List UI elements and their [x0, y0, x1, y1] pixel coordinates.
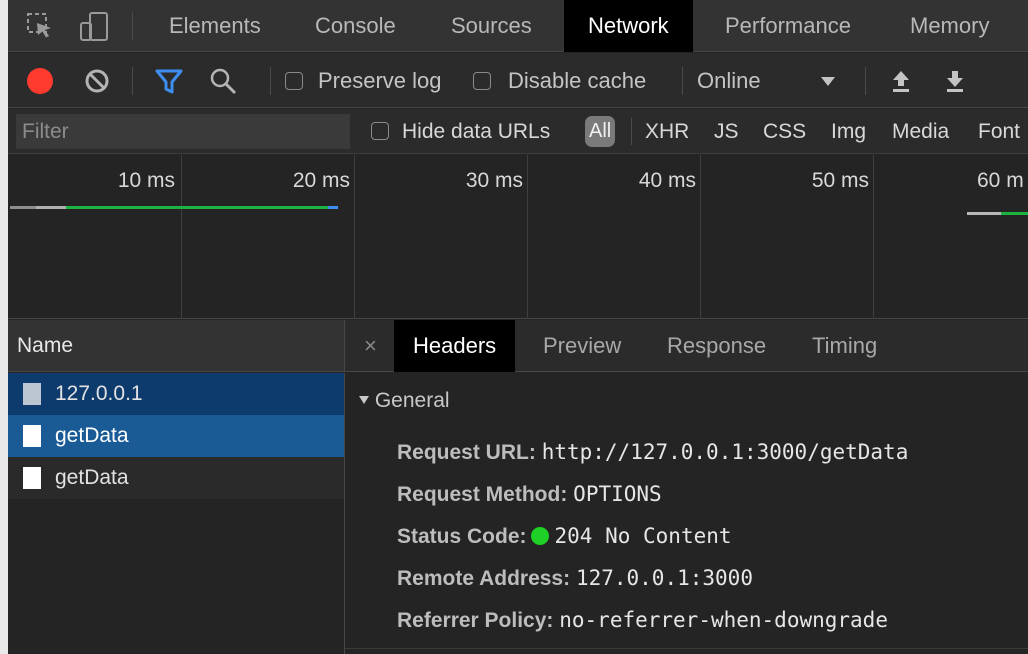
waterfall-bar-queue: [10, 206, 36, 209]
throttling-select[interactable]: Online: [697, 53, 761, 108]
divider: [132, 12, 133, 40]
close-icon[interactable]: ×: [364, 320, 377, 372]
tab-headers[interactable]: Headers: [394, 320, 516, 372]
waterfall-bar-waiting: [66, 206, 328, 209]
window-edge: [0, 0, 8, 654]
tick-label: 40 ms: [638, 169, 696, 192]
header-key: Remote Address:: [397, 567, 571, 590]
filter-type-all[interactable]: All: [585, 116, 616, 147]
header-key: Referrer Policy:: [397, 609, 554, 632]
import-har-icon[interactable]: [890, 68, 912, 100]
hide-data-urls-label[interactable]: Hide data URLs: [402, 109, 550, 154]
devtools-tabbar: Elements Console Sources Network Perform…: [8, 0, 1028, 52]
remote-address-row: Remote Address: 127.0.0.1:3000: [397, 563, 753, 594]
chevron-down-icon[interactable]: [821, 77, 835, 86]
column-header-label: Name: [17, 334, 74, 357]
tab-network[interactable]: Network: [564, 0, 693, 52]
request-detail-tabs: × Headers Preview Response Timing: [345, 320, 1028, 372]
filter-type-img[interactable]: Img: [831, 109, 866, 154]
filter-type-xhr[interactable]: XHR: [645, 109, 689, 154]
tab-memory[interactable]: Memory: [910, 0, 989, 52]
filter-icon[interactable]: [154, 67, 184, 101]
filter-type-media[interactable]: Media: [892, 109, 949, 154]
grid-line: [181, 155, 182, 319]
request-url-row: Request URL: http://127.0.0.1:3000/getDa…: [397, 437, 908, 468]
grid-line: [354, 155, 355, 319]
waterfall-bar-stalled: [36, 206, 66, 209]
referrer-policy-row: Referrer Policy: no-referrer-when-downgr…: [397, 605, 888, 636]
filter-input[interactable]: [16, 114, 350, 149]
network-overview[interactable]: 10 ms 20 ms 30 ms 40 ms 50 ms 60 m: [8, 155, 1028, 319]
request-method-value: OPTIONS: [573, 482, 662, 506]
divider: [132, 67, 133, 95]
document-icon: [23, 425, 41, 447]
remote-address-value: 127.0.0.1:3000: [575, 566, 753, 590]
divider: [345, 648, 1028, 649]
header-key: Request Method:: [397, 483, 568, 506]
tab-performance[interactable]: Performance: [725, 0, 851, 52]
request-row-selected[interactable]: getData: [8, 415, 344, 457]
tick-label: 60 m: [977, 169, 1024, 192]
disable-cache-checkbox[interactable]: [473, 72, 491, 90]
request-name: getData: [55, 466, 129, 489]
tick-label: 20 ms: [292, 169, 350, 192]
divider: [270, 67, 271, 95]
referrer-policy-value: no-referrer-when-downgrade: [559, 608, 888, 632]
tick-label: 10 ms: [117, 169, 175, 192]
request-row[interactable]: 127.0.0.1: [8, 373, 344, 415]
tab-response[interactable]: Response: [667, 320, 766, 372]
request-list: 127.0.0.1 getData getData: [8, 373, 345, 654]
hide-data-urls-checkbox[interactable]: [371, 122, 389, 140]
divider: [631, 118, 632, 145]
section-title: General: [374, 389, 450, 412]
filter-type-css[interactable]: CSS: [763, 109, 806, 154]
filter-type-font[interactable]: Font: [978, 109, 1020, 154]
preserve-log-label[interactable]: Preserve log: [318, 53, 442, 108]
status-ok-icon: [530, 527, 549, 545]
grid-line: [873, 155, 874, 319]
clear-icon[interactable]: [83, 67, 111, 101]
export-har-icon[interactable]: [944, 68, 966, 100]
record-icon[interactable]: [27, 68, 53, 94]
triangle-down-icon: [359, 396, 369, 404]
waterfall-bar-stalled: [967, 212, 1001, 215]
tick-label: 30 ms: [465, 169, 523, 192]
tab-preview[interactable]: Preview: [543, 320, 621, 372]
header-key: Status Code:: [397, 525, 527, 548]
request-name: getData: [55, 424, 129, 447]
grid-line: [527, 155, 528, 319]
request-row[interactable]: getData: [8, 457, 344, 499]
document-icon: [23, 383, 41, 405]
tab-elements[interactable]: Elements: [169, 0, 261, 52]
headers-panel: General Request URL: http://127.0.0.1:30…: [345, 373, 1028, 654]
header-key: Request URL:: [397, 441, 536, 464]
tab-console[interactable]: Console: [315, 0, 396, 52]
general-section-toggle[interactable]: General: [359, 389, 450, 413]
waterfall-bar-download: [328, 206, 338, 209]
request-name: 127.0.0.1: [55, 382, 143, 405]
device-toolbar-icon[interactable]: [78, 12, 114, 48]
filter-type-js[interactable]: JS: [714, 109, 739, 154]
preserve-log-checkbox[interactable]: [285, 72, 303, 90]
filter-bar: Hide data URLs All XHR JS CSS Img Media …: [8, 109, 1028, 154]
network-toolbar: Preserve log Disable cache Online: [8, 53, 1028, 108]
tab-sources[interactable]: Sources: [451, 0, 532, 52]
divider: [682, 67, 683, 95]
request-url-value: http://127.0.0.1:3000/getData: [541, 440, 909, 464]
status-code-row: Status Code: 204 No Content: [397, 521, 732, 552]
request-method-row: Request Method: OPTIONS: [397, 479, 662, 510]
waterfall-bar-waiting: [1001, 212, 1028, 215]
grid-line: [700, 155, 701, 319]
tab-timing[interactable]: Timing: [812, 320, 877, 372]
inspect-element-icon[interactable]: [26, 12, 54, 46]
name-column-header[interactable]: Name: [8, 320, 345, 372]
document-icon: [23, 467, 41, 489]
disable-cache-label[interactable]: Disable cache: [508, 53, 646, 108]
status-code-value: 204 No Content: [554, 524, 732, 548]
search-icon[interactable]: [208, 66, 238, 102]
divider: [865, 67, 866, 95]
tick-label: 50 ms: [811, 169, 869, 192]
